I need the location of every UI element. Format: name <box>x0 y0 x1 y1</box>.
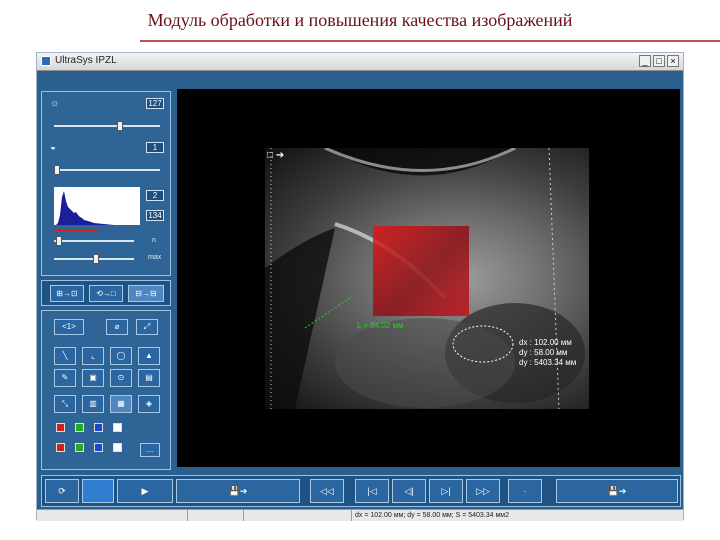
status-cell-3 <box>243 510 351 521</box>
color-swatch[interactable] <box>113 443 122 452</box>
dy-label: dy : 58.00 мм <box>519 348 568 357</box>
tool-arrow-button[interactable]: ⤡ <box>54 395 76 413</box>
save-right-button[interactable]: 💾➔ <box>556 479 678 503</box>
brightness-slider-thumb[interactable] <box>116 121 123 131</box>
maximize-button[interactable]: □ <box>653 55 665 67</box>
color-swatch[interactable] <box>56 423 65 432</box>
color-swatch[interactable] <box>94 443 103 452</box>
app-window: UltraSys IPZL _ □ × ☼ 127 ◒ 1 2 134 n ma… <box>36 52 684 521</box>
color-swatch[interactable] <box>56 443 65 452</box>
title-divider <box>140 40 720 42</box>
area-label: dy : 5403.34 мм <box>519 358 577 367</box>
tool-target-button[interactable]: ⊙ <box>110 369 132 387</box>
window-title: UltraSys IPZL <box>55 55 117 66</box>
nav-prev-button[interactable]: |◁ <box>355 479 389 503</box>
slide-title: Модуль обработки и повышения качества из… <box>147 10 573 30</box>
transfer-button-3[interactable]: ⊟→⊟ <box>128 285 164 302</box>
tool-freehand-button[interactable]: ✎ <box>54 369 76 387</box>
nav-back-button[interactable]: ◁| <box>392 479 426 503</box>
bottom-toolbar: ⟳ ▶ 💾➔ ◁◁ |◁ ◁| ▷| ▷▷ · 💾➔ <box>41 475 681 507</box>
close-button[interactable]: × <box>667 55 679 67</box>
contrast-value[interactable]: 1 <box>146 142 164 153</box>
nav-first-button[interactable]: ◁◁ <box>310 479 344 503</box>
tool-frame-button[interactable]: <1> <box>54 319 84 335</box>
tool-angle-button[interactable]: ⌞ <box>82 347 104 365</box>
length-label: L = 84.02 мм <box>357 321 404 330</box>
hist-low-slider-thumb[interactable] <box>55 236 62 246</box>
nav-last-button[interactable]: · <box>508 479 542 503</box>
tool-ellipse-button[interactable]: ◯ <box>110 347 132 365</box>
max-label: max <box>148 254 162 261</box>
hist-low-value[interactable]: 2 <box>146 190 164 201</box>
status-cell-2 <box>187 510 243 521</box>
hist-label: n <box>152 237 156 244</box>
status-bar: dx = 102.00 мм; dy = 58.00 мм; S = 5403.… <box>37 509 683 521</box>
color-swatch[interactable] <box>94 423 103 432</box>
transfer-button-1[interactable]: ⊞→⊡ <box>50 285 84 302</box>
tool-grid-button[interactable]: ▦ <box>110 395 132 413</box>
color-swatch[interactable] <box>75 443 84 452</box>
tool-marker-button[interactable]: ▲ <box>138 347 160 365</box>
app-icon <box>41 56 51 66</box>
nav-next-button[interactable]: ▷▷ <box>466 479 500 503</box>
window-titlebar: UltraSys IPZL _ □ × <box>37 53 683 71</box>
contrast-icon: ◒ <box>50 142 57 153</box>
save-left-button[interactable]: 💾➔ <box>176 479 300 503</box>
tool-resize-button[interactable]: ⤢ <box>136 319 158 335</box>
ultrasound-image[interactable]: □ ➔ L = 84.02 мм dx : 102.00 мм dy : 58.… <box>265 148 589 409</box>
more-colors-button[interactable]: ... <box>140 443 160 457</box>
color-swatch[interactable] <box>113 423 122 432</box>
tool-fill-button[interactable]: ◈ <box>138 395 160 413</box>
processing-roi[interactable] <box>373 226 469 316</box>
status-text: dx = 102.00 мм; dy = 58.00 мм; S = 5403.… <box>351 510 683 521</box>
hist-range-marker <box>54 229 98 231</box>
hist-high-value[interactable]: 134 <box>146 210 164 221</box>
nav-forward-button[interactable]: ▷| <box>429 479 463 503</box>
stop-button[interactable] <box>82 479 114 503</box>
dx-label: dx : 102.00 мм <box>519 338 572 347</box>
contrast-slider-thumb[interactable] <box>54 165 61 175</box>
transfer-button-2[interactable]: ⟲→□ <box>89 285 123 302</box>
minimize-button[interactable]: _ <box>639 55 651 67</box>
image-viewer[interactable]: □ ➔ L = 84.02 мм dx : 102.00 мм dy : 58.… <box>177 89 680 467</box>
adjust-panel: ☼ 127 ◒ 1 2 134 n max <box>41 91 171 276</box>
refresh-button[interactable]: ⟳ <box>45 479 79 503</box>
status-cell-1 <box>37 510 187 521</box>
play-button[interactable]: ▶ <box>117 479 173 503</box>
tools-panel: <1> ⌀ ⤢ ╲ ⌞ ◯ ▲ ✎ ▣ ⊙ ▤ ⤡ ▥ ▦ ◈ ... <box>41 310 171 470</box>
tool-line-button[interactable]: ╲ <box>54 347 76 365</box>
transfer-panel: ⊞→⊡ ⟲→□ ⊟→⊟ <box>41 280 171 306</box>
hist-high-slider-thumb[interactable] <box>92 254 99 264</box>
color-swatch[interactable] <box>75 423 84 432</box>
brightness-value[interactable]: 127 <box>146 98 164 109</box>
contrast-slider[interactable] <box>54 169 160 171</box>
tool-diameter-button[interactable]: ⌀ <box>106 319 128 335</box>
tool-table-button[interactable]: ▤ <box>138 369 160 387</box>
brightness-icon: ☼ <box>50 98 60 109</box>
hist-low-slider[interactable] <box>54 240 134 242</box>
histogram-chart <box>54 187 140 225</box>
brightness-slider[interactable] <box>54 125 160 127</box>
tool-copy-button[interactable]: ▥ <box>82 395 104 413</box>
tool-region-button[interactable]: ▣ <box>82 369 104 387</box>
